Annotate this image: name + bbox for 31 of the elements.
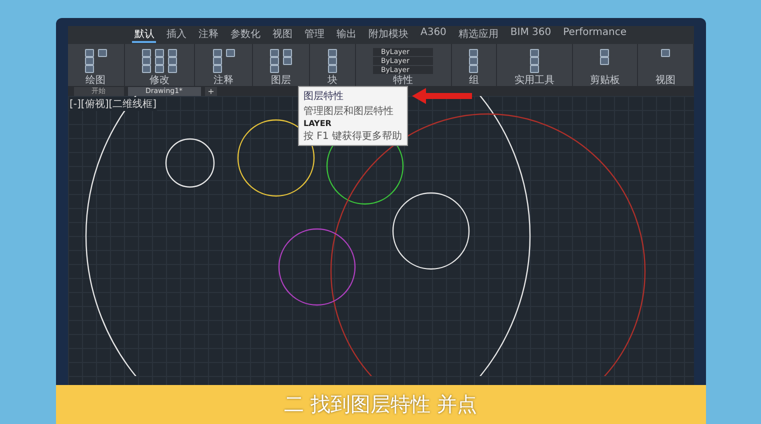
panel-label[interactable]: 特性 — [393, 75, 414, 86]
ribbon-tab[interactable]: 输出 — [334, 27, 358, 43]
ribbon-tab[interactable]: 注释 — [196, 27, 220, 43]
viewport-label[interactable]: [-][俯视][二维线框] — [70, 97, 157, 111]
panel-label[interactable]: 绘图 — [86, 75, 106, 86]
tooltip-description: 管理图层和图层特性 — [304, 104, 394, 118]
panel-label[interactable]: 块 — [328, 75, 338, 86]
ribbon-tab[interactable]: 管理 — [302, 27, 326, 43]
help-hint: 按 F1 键获得更多帮助 — [304, 130, 402, 143]
ribbon-tab[interactable]: 插入 — [164, 27, 188, 43]
ribbon-tab[interactable]: 精选应用 — [456, 27, 500, 43]
panel-label[interactable]: 图层 — [271, 75, 292, 86]
panel-label[interactable]: 视图 — [655, 75, 676, 86]
panel-label[interactable]: 剪贴板 — [590, 75, 620, 86]
new-tab-button[interactable]: + — [204, 87, 218, 96]
panel-label[interactable]: 组 — [468, 75, 479, 86]
ribbon-tab[interactable]: 附加模块 — [366, 27, 410, 43]
ribbon-tab[interactable]: Performance — [561, 27, 628, 43]
panel-label[interactable]: 注释 — [214, 75, 234, 86]
tool-icon[interactable] — [660, 49, 670, 57]
caption-text: 二 找到图层特性 并点 — [284, 391, 477, 418]
ribbon-tab[interactable]: BIM 360 — [508, 27, 554, 43]
ribbon-tab[interactable]: 默认 — [132, 27, 156, 43]
ribbon-tab[interactable]: 参数化 — [228, 27, 262, 43]
command-name: LAYER — [304, 119, 332, 128]
tooltip-title: 图层特性 — [304, 90, 344, 103]
arrow-icon — [412, 88, 472, 104]
panel-label[interactable]: 实用工具 — [514, 75, 554, 86]
ribbon-tab[interactable]: 视图 — [270, 27, 294, 43]
panel-label[interactable]: 修改 — [150, 75, 170, 86]
ribbon-tab[interactable]: A360 — [418, 27, 448, 43]
